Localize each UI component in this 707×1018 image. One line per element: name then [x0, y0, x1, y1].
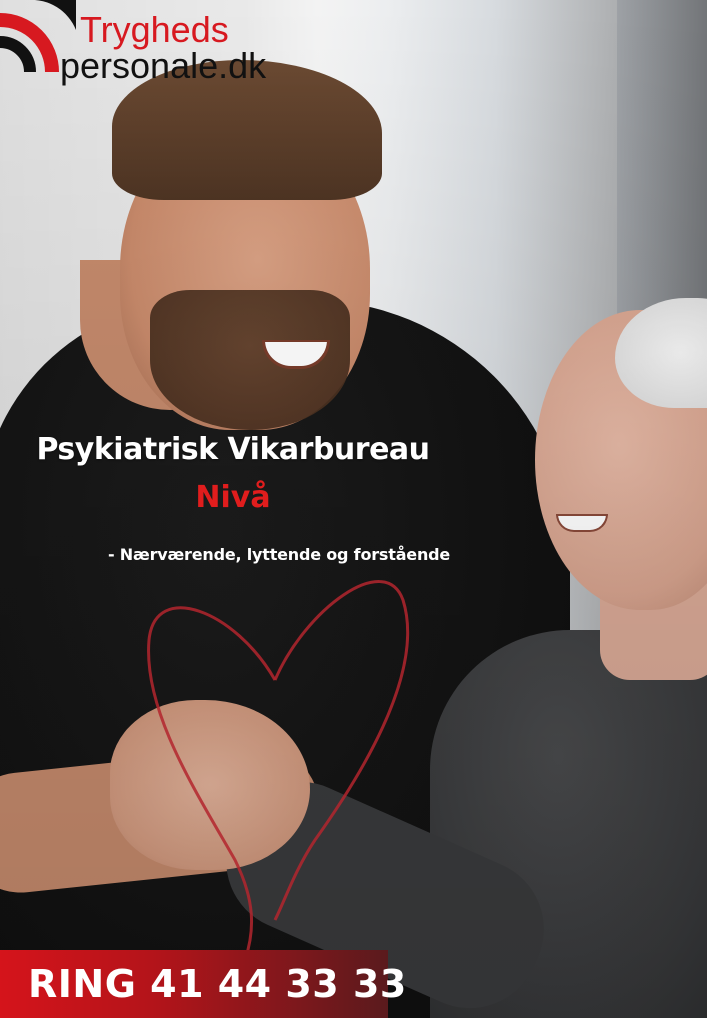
- logo-text-trygheds: Trygheds: [80, 9, 229, 50]
- city-name: Nivå: [195, 480, 271, 515]
- call-button-label[interactable]: RING 41 44 33 33: [28, 962, 407, 1006]
- heart-outline-icon: [147, 580, 410, 960]
- logo-text-personale: personale.dk: [60, 45, 267, 86]
- page-title: Psykiatrisk Vikarbureau: [36, 432, 430, 467]
- logo[interactable]: Trygheds personale.dk: [0, 0, 300, 100]
- tagline: - Nærværende, lyttende og forstående: [108, 545, 451, 564]
